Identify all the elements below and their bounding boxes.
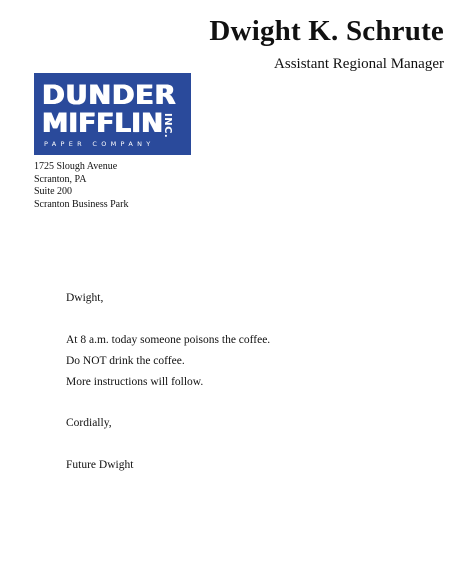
address-line: 1725 Slough Avenue	[34, 161, 118, 172]
letter-salutation: Dwight,	[66, 292, 104, 304]
letter-line: At 8 a.m. today someone poisons the coff…	[66, 334, 271, 346]
letterhead-title: Assistant Regional Manager	[274, 56, 444, 72]
letter-signature: Future Dwight	[66, 459, 134, 471]
letter-line: More instructions will follow.	[66, 376, 204, 388]
logo-line-dunder: DUNDER	[42, 80, 177, 111]
company-address: 1725 Slough Avenue Scranton, PA Suite 20…	[34, 161, 128, 211]
logo-line-mifflin: MIFFLIN	[42, 108, 164, 139]
logo-subtitle: PAPER COMPANY	[44, 140, 155, 148]
letter-closing: Cordially,	[66, 417, 112, 429]
address-line: Suite 200	[34, 186, 73, 197]
logo-inc: INC.	[162, 113, 173, 139]
company-logo: DUNDER MIFFLIN INC. PAPER COMPANY	[34, 73, 191, 155]
letter-line: Do NOT drink the coffee.	[66, 355, 185, 367]
address-line: Scranton, PA	[34, 173, 87, 185]
address-line: Scranton Business Park	[34, 198, 129, 210]
letterhead-name: Dwight K. Schrute	[209, 15, 444, 47]
